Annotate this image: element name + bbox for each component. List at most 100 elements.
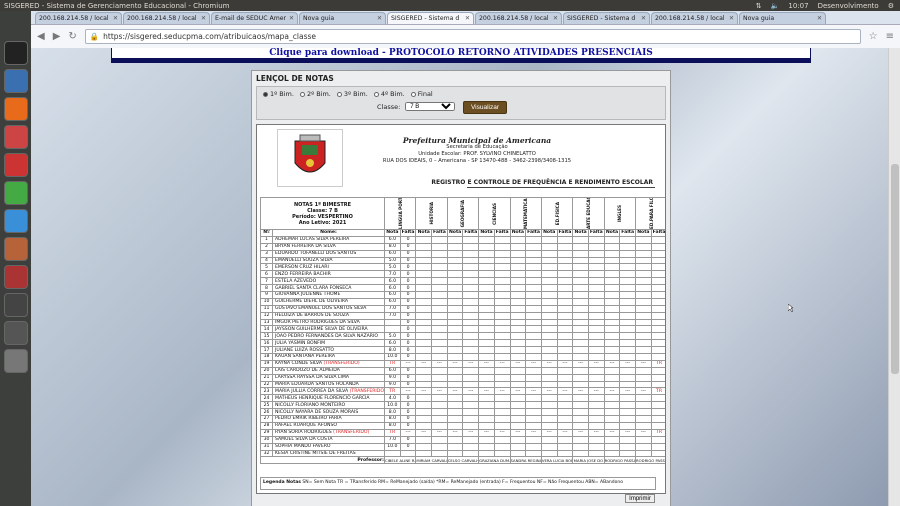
tab-6[interactable]: SISGERED - Sistema d ✕ [563, 12, 650, 24]
col-falta: Falta [462, 229, 480, 237]
tab-1[interactable]: 200.168.214.58 / local ✕ [123, 12, 210, 24]
empty-cell: --- [635, 359, 652, 368]
student-name: ENZO FERREIRA BACHIR [271, 270, 386, 279]
tools-icon[interactable] [3, 293, 28, 317]
files-icon[interactable] [3, 237, 28, 261]
visualizar-button[interactable]: Visualizar [463, 101, 507, 114]
empty-cell [572, 380, 589, 389]
empty-cell [650, 284, 665, 293]
close-icon[interactable]: ✕ [113, 15, 118, 22]
close-icon[interactable]: ✕ [641, 15, 646, 22]
app-icon[interactable] [3, 265, 28, 289]
empty-cell [462, 380, 480, 389]
close-icon[interactable]: ✕ [465, 15, 470, 22]
empty-cell [619, 421, 637, 430]
tab-0[interactable]: 200.168.214.58 / local ✕ [35, 12, 122, 24]
clock[interactable]: 10:07 [788, 2, 808, 10]
close-icon[interactable]: ✕ [289, 15, 294, 22]
empty-cell [509, 235, 527, 244]
download-link[interactable]: Clique para download - PROTOCOLO RETORNO… [111, 48, 811, 59]
chromium-icon[interactable] [3, 69, 28, 93]
empty-cell [446, 270, 464, 279]
class-select[interactable]: 7 B [405, 102, 456, 111]
bookmark-star-icon[interactable]: ☆ [869, 31, 878, 42]
student-name: MATHEUS HENRIQUE FLORENCIO GARCIA [271, 394, 386, 403]
empty-cell [462, 304, 480, 313]
table-row: 12 HELOIZA DE BARROS DE SOUZA 7.0 0 [260, 311, 665, 320]
empty-cell [478, 366, 495, 375]
empty-cell [650, 249, 665, 258]
user-menu[interactable]: Desenvolvimento [818, 2, 879, 10]
empty-cell [556, 291, 574, 299]
empty-cell [478, 284, 495, 293]
col-falta: Falta [587, 229, 605, 237]
empty-cell [635, 291, 652, 299]
row-number: 26 [260, 408, 273, 417]
radio-bim3[interactable]: 3º Bim. [336, 90, 368, 98]
empty-cell [635, 394, 652, 403]
radio-bim4[interactable]: 4º Bim. [373, 90, 405, 98]
radio-bim2[interactable]: 2º Bim. [299, 90, 331, 98]
empty-cell [431, 304, 448, 313]
radio-final[interactable]: Final [410, 90, 433, 98]
empty-cell [509, 435, 527, 444]
close-icon[interactable]: ✕ [377, 15, 382, 22]
student-name: RAFAEL RUARQUE AFONSO [271, 421, 386, 430]
software-center-icon[interactable] [3, 125, 28, 149]
grade-cell: 8.0 [384, 415, 401, 423]
print-button[interactable]: Imprimir [625, 494, 655, 503]
menu-icon[interactable]: ≡ [886, 31, 894, 42]
volume-icon[interactable]: 🔈 [771, 2, 780, 10]
tab-3[interactable]: Nova guia ✕ [299, 12, 386, 24]
scrollbar-thumb[interactable] [891, 164, 899, 374]
grade-cell: 10.0 [384, 401, 401, 410]
empty-cell [540, 332, 558, 341]
scrollbar[interactable] [888, 48, 900, 506]
empty-cell [603, 263, 621, 272]
tab-8[interactable]: Nova guia ✕ [739, 12, 826, 24]
firefox-icon[interactable] [3, 97, 28, 121]
virtualbox-icon[interactable] [3, 209, 28, 233]
empty-cell [446, 442, 464, 451]
tab-4[interactable]: SISGERED - Sistema d ✕ [387, 12, 474, 24]
empty-cell [619, 394, 637, 403]
forward-icon[interactable]: ▶ [53, 31, 61, 42]
close-icon[interactable]: ✕ [729, 15, 734, 22]
empty-cell [587, 435, 605, 444]
empty-cell [478, 325, 495, 334]
close-icon[interactable]: ✕ [553, 15, 558, 22]
lock-icon: 🔒 [89, 32, 100, 41]
terminal-icon[interactable] [3, 41, 28, 65]
empty-cell [462, 270, 480, 279]
settings-icon[interactable] [3, 153, 28, 177]
close-icon[interactable]: ✕ [201, 15, 206, 22]
power-icon[interactable]: ⚙ [888, 2, 894, 10]
empty-cell [462, 311, 480, 320]
close-icon[interactable]: ✕ [817, 15, 822, 22]
grade-cell [384, 449, 401, 458]
chrome-icon[interactable] [3, 181, 28, 205]
reload-icon[interactable]: ↻ [68, 31, 76, 42]
address-bar[interactable]: 🔒 https://sisgered.seducpma.com/atribuica… [84, 29, 861, 44]
monitor-icon[interactable] [3, 321, 28, 345]
back-icon[interactable]: ◀ [37, 31, 45, 42]
empty-cell [619, 380, 637, 389]
empty-cell [587, 366, 605, 375]
radio-bim1[interactable]: 1º Bim. [263, 90, 294, 98]
empty-cell: --- [462, 387, 480, 396]
empty-cell [650, 256, 665, 265]
network-icon[interactable]: ⇅ [756, 2, 762, 10]
tab-7[interactable]: 200.168.214.58 / local ✕ [651, 12, 738, 24]
workspace-icon[interactable] [3, 349, 28, 373]
empty-cell [415, 332, 433, 341]
grade-cell: TR [384, 428, 401, 437]
empty-cell [462, 394, 480, 403]
tab-2[interactable]: E-mail de SEDUC Amer ✕ [211, 12, 298, 24]
student-name: PEDRO EMRIK RIBEIRO FARIA [271, 415, 386, 423]
empty-cell [525, 442, 542, 451]
student-name: JAYSSON GUILHERME SILVA DE OLIVEIRA [271, 325, 386, 334]
tab-5[interactable]: 200.168.214.58 / local ✕ [475, 12, 562, 24]
empty-cell [493, 442, 511, 451]
empty-cell [650, 304, 665, 313]
empty-cell [415, 304, 433, 313]
